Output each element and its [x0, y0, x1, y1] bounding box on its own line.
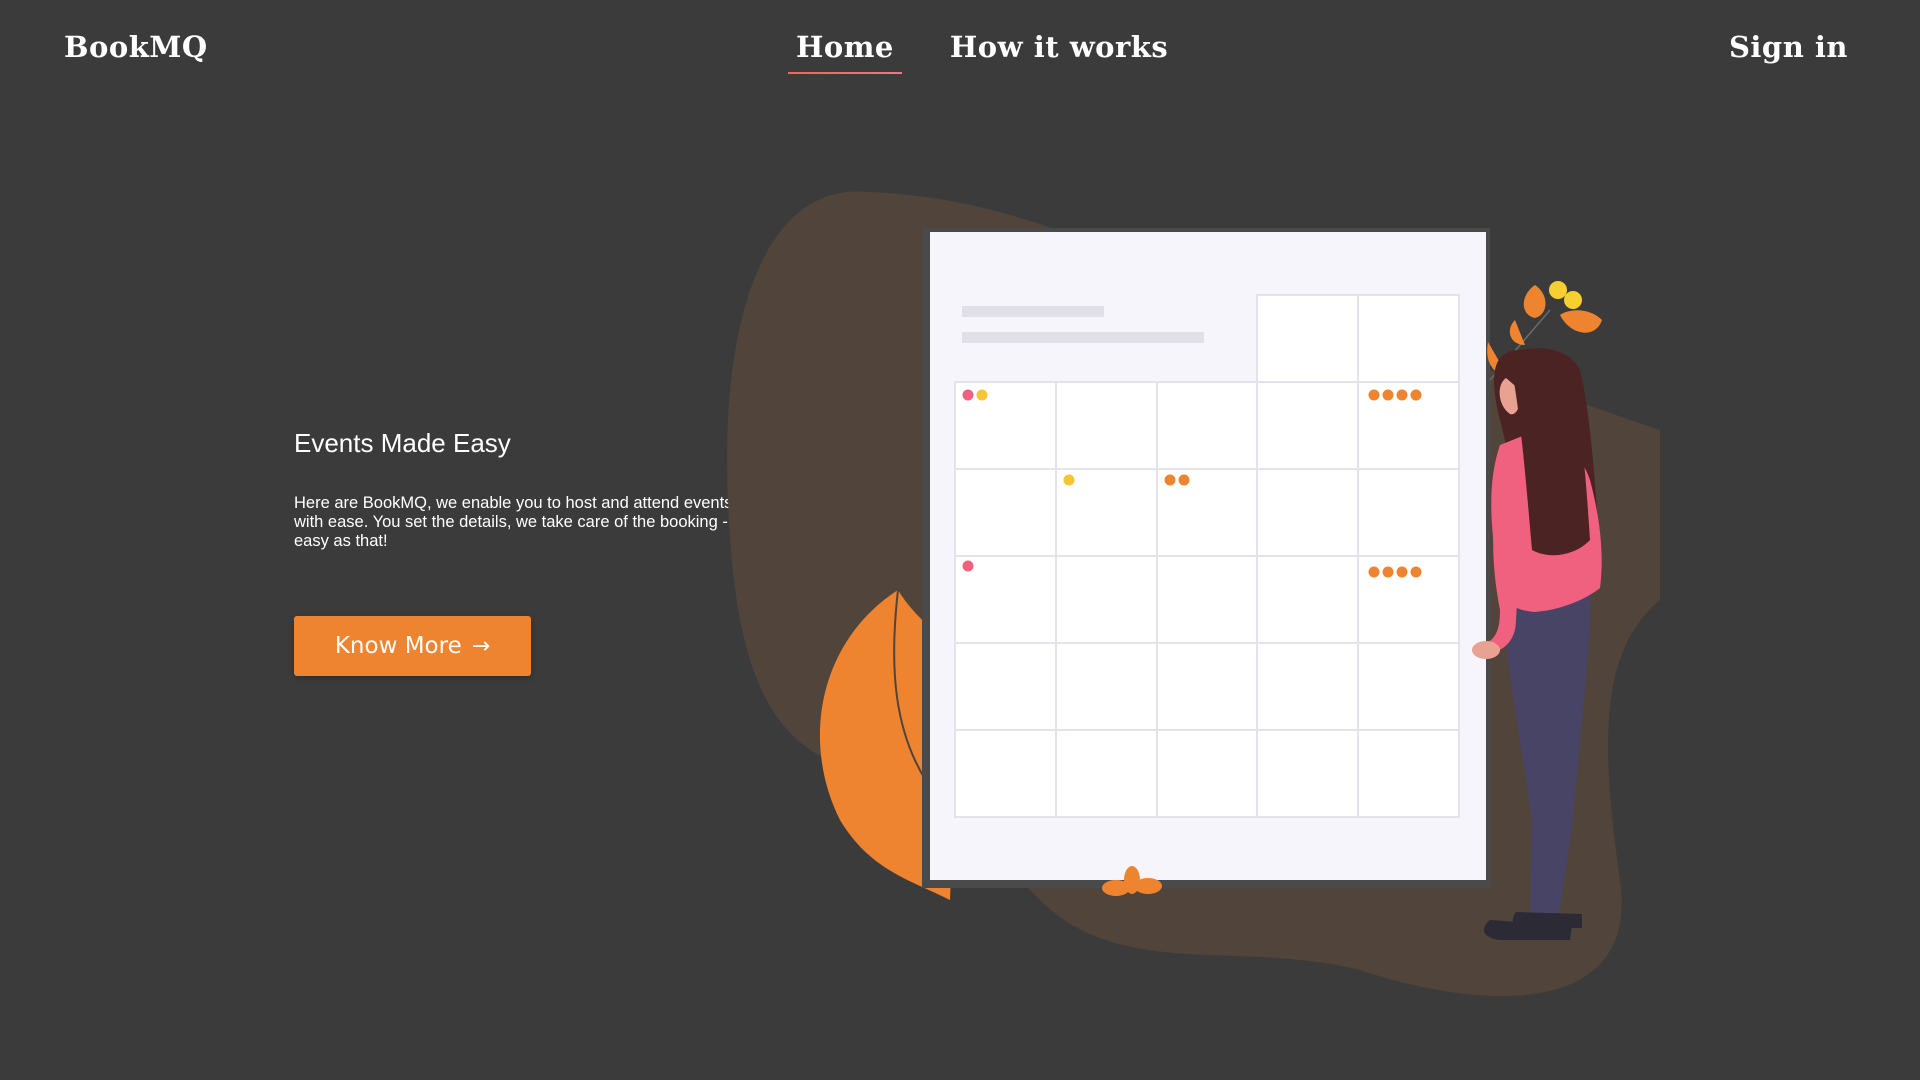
know-more-label: Know More — [334, 633, 462, 659]
arrow-right-icon: → — [471, 633, 491, 659]
nav-how-it-works[interactable]: How it works — [942, 30, 1176, 72]
logo[interactable]: BookMQ — [64, 30, 208, 64]
hero-illustration — [727, 191, 1660, 997]
sign-in-link[interactable]: Sign in — [1729, 30, 1848, 64]
nav-home[interactable]: Home — [788, 30, 902, 74]
main-nav: Home How it works — [788, 30, 1176, 74]
hero-description: Here are BookMQ, we enable you to host a… — [294, 494, 733, 550]
hero-title: Events Made Easy — [294, 428, 511, 458]
know-more-button[interactable]: Know More → — [294, 616, 531, 676]
